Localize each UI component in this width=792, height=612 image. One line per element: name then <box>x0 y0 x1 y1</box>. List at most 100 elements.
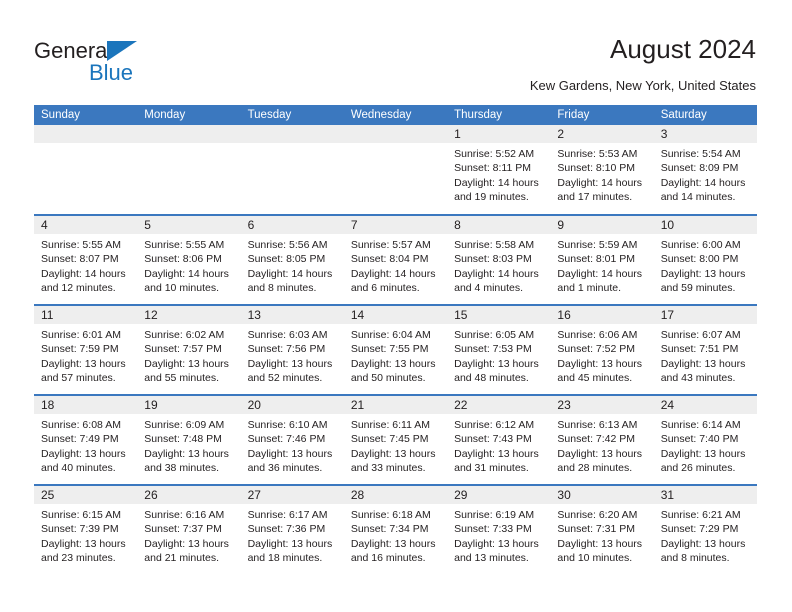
sunrise-text: Sunrise: 6:18 AM <box>350 509 431 521</box>
calendar-week-row: 4 Sunrise: 5:55 AM Sunset: 8:07 PM Daylight… <box>34 214 757 305</box>
calendar-day-cell[interactable]: 22 Sunrise: 6:12 AM Sunset: 7:43 PM Dayligh… <box>447 394 551 485</box>
day-number: 9 <box>550 216 654 234</box>
calendar-day-cell[interactable]: 12 Sunrise: 6:02 AM Sunset: 7:57 PM Dayligh… <box>137 304 241 395</box>
calendar-day-cell[interactable]: 10 Sunrise: 6:00 AM Sunset: 8:00 PM Dayligh… <box>653 214 757 305</box>
day-details: Sunrise: 6:20 AM Sunset: 7:31 PM Daylight:… <box>550 504 653 565</box>
sunset-text: Sunset: 8:11 PM <box>454 162 531 175</box>
daylight-text-line2: and 8 minutes. <box>247 281 317 294</box>
calendar-day-cell[interactable]: 24 Sunrise: 6:14 AM Sunset: 7:40 PM Dayligh… <box>653 394 757 485</box>
calendar-day-cell[interactable]: 31 Sunrise: 6:21 AM Sunset: 7:29 PM Dayligh… <box>653 484 757 575</box>
calendar-day-cell[interactable]: 11 Sunrise: 6:01 AM Sunset: 7:59 PM Dayligh… <box>34 304 138 395</box>
day-number: 8 <box>447 216 551 234</box>
calendar-day-cell[interactable]: 3 Sunrise: 5:54 AM Sunset: 8:09 PM Daylight… <box>653 125 757 215</box>
calendar-day-cell[interactable]: 23 Sunrise: 6:13 AM Sunset: 7:42 PM Dayligh… <box>550 394 654 485</box>
calendar-day-cell[interactable]: 1 Sunrise: 5:52 AM Sunset: 8:11 PM Daylight… <box>447 125 551 215</box>
calendar-day-cell[interactable]: 16 Sunrise: 6:06 AM Sunset: 7:52 PM Dayligh… <box>550 304 654 395</box>
brand-logo[interactable]: General Blue <box>34 38 214 90</box>
calendar-day-cell[interactable]: 18 Sunrise: 6:08 AM Sunset: 7:49 PM Dayligh… <box>34 394 138 485</box>
sunset-text: Sunset: 7:31 PM <box>557 523 636 536</box>
calendar-day-cell[interactable]: 14 Sunrise: 6:04 AM Sunset: 7:55 PM Dayligh… <box>343 304 448 395</box>
calendar-day-cell[interactable]: 4 Sunrise: 5:55 AM Sunset: 8:07 PM Daylight… <box>34 214 138 305</box>
day-number: 19 <box>137 396 241 414</box>
sunset-text: Sunset: 8:06 PM <box>144 253 222 266</box>
sunset-text: Sunset: 7:57 PM <box>144 343 222 356</box>
day-number: 21 <box>343 396 448 414</box>
day-number: 2 <box>550 125 654 143</box>
calendar-day-cell[interactable]: 25 Sunrise: 6:15 AM Sunset: 7:39 PM Dayligh… <box>34 484 138 575</box>
calendar-day-cell[interactable]: 9 Sunrise: 5:59 AM Sunset: 8:01 PM Daylight… <box>550 214 654 305</box>
daylight-text-line2: and 26 minutes. <box>660 461 736 474</box>
daylight-text-line1: Daylight: 13 hours <box>660 267 746 280</box>
daylight-text-line2: and 13 minutes. <box>454 551 529 564</box>
calendar-cell-empty <box>343 125 448 215</box>
day-details: Sunrise: 6:04 AM Sunset: 7:55 PM Daylight:… <box>344 324 447 385</box>
day-details: Sunrise: 5:55 AM Sunset: 8:06 PM Daylight:… <box>137 234 240 295</box>
day-number: 26 <box>137 486 241 504</box>
day-details: Sunrise: 5:54 AM Sunset: 8:09 PM Daylight:… <box>654 143 757 204</box>
day-number: 29 <box>447 486 551 504</box>
sunset-text: Sunset: 8:03 PM <box>454 253 532 266</box>
sunset-text: Sunset: 7:33 PM <box>454 523 532 536</box>
calendar-day-cell[interactable]: 26 Sunrise: 6:16 AM Sunset: 7:37 PM Dayligh… <box>137 484 241 575</box>
calendar-day-cell[interactable]: 29 Sunrise: 6:19 AM Sunset: 7:33 PM Dayligh… <box>447 484 551 575</box>
calendar-day-cell[interactable]: 2 Sunrise: 5:53 AM Sunset: 8:10 PM Daylight… <box>550 125 654 215</box>
day-details: Sunrise: 6:10 AM Sunset: 7:46 PM Daylight:… <box>241 414 344 475</box>
daylight-text-line1: Daylight: 13 hours <box>660 447 746 460</box>
calendar-cell-empty <box>240 125 344 215</box>
day-details: Sunrise: 6:13 AM Sunset: 7:42 PM Daylight:… <box>550 414 653 475</box>
daylight-text-line2: and 18 minutes. <box>247 551 323 564</box>
day-details: Sunrise: 6:02 AM Sunset: 7:57 PM Daylight:… <box>137 324 240 385</box>
daylight-text-line2: and 6 minutes. <box>350 281 420 294</box>
sunrise-text: Sunrise: 5:59 AM <box>557 239 638 251</box>
day-number: 23 <box>550 396 654 414</box>
day-number <box>137 125 241 143</box>
calendar-day-cell[interactable]: 27 Sunrise: 6:17 AM Sunset: 7:36 PM Dayligh… <box>240 484 344 575</box>
calendar-day-cell[interactable]: 17 Sunrise: 6:07 AM Sunset: 7:51 PM Dayligh… <box>653 304 757 395</box>
calendar-day-cell[interactable]: 13 Sunrise: 6:03 AM Sunset: 7:56 PM Dayligh… <box>240 304 344 395</box>
calendar-day-cell[interactable]: 15 Sunrise: 6:05 AM Sunset: 7:53 PM Dayligh… <box>447 304 551 395</box>
daylight-text-line1: Daylight: 13 hours <box>247 447 333 460</box>
calendar-day-cell[interactable]: 19 Sunrise: 6:09 AM Sunset: 7:48 PM Dayligh… <box>137 394 241 485</box>
day-number: 15 <box>447 306 551 324</box>
calendar-day-cell[interactable]: 7 Sunrise: 5:57 AM Sunset: 8:04 PM Daylight… <box>343 214 448 305</box>
sunset-text: Sunset: 7:48 PM <box>144 433 222 446</box>
daylight-text-line2: and 36 minutes. <box>247 461 323 474</box>
daylight-text-line2: and 40 minutes. <box>41 461 116 474</box>
daylight-text-line2: and 10 minutes. <box>557 551 633 564</box>
daylight-text-line2: and 45 minutes. <box>557 371 633 384</box>
sunrise-text: Sunrise: 6:14 AM <box>660 419 741 431</box>
calendar-grid: Sunday Monday Tuesday Wednesday Thursday Frid… <box>34 105 757 575</box>
calendar-day-cell[interactable]: 8 Sunrise: 5:58 AM Sunset: 8:03 PM Daylight… <box>447 214 551 305</box>
sunset-text: Sunset: 7:46 PM <box>247 433 326 446</box>
day-number: 5 <box>137 216 241 234</box>
calendar-day-cell[interactable]: 20 Sunrise: 6:10 AM Sunset: 7:46 PM Dayligh… <box>240 394 344 485</box>
calendar-week-row: 25 Sunrise: 6:15 AM Sunset: 7:39 PM Dayligh… <box>34 484 757 575</box>
sunrise-text: Sunrise: 5:58 AM <box>454 239 535 251</box>
daylight-text-line2: and 23 minutes. <box>41 551 116 564</box>
calendar-page: General Blue August 2024 Kew Gardens, Ne… <box>0 0 792 612</box>
calendar-day-cell[interactable]: 5 Sunrise: 5:55 AM Sunset: 8:06 PM Daylight… <box>137 214 241 305</box>
daylight-text-line1: Daylight: 14 hours <box>454 176 539 189</box>
calendar-body: 1 Sunrise: 5:52 AM Sunset: 8:11 PM Daylight… <box>34 125 757 575</box>
calendar-day-cell[interactable]: 21 Sunrise: 6:11 AM Sunset: 7:45 PM Dayligh… <box>343 394 448 485</box>
sunrise-text: Sunrise: 6:20 AM <box>557 509 638 521</box>
daylight-text-line1: Daylight: 13 hours <box>41 447 126 460</box>
sunrise-text: Sunrise: 6:03 AM <box>247 329 328 341</box>
day-details: Sunrise: 5:59 AM Sunset: 8:01 PM Daylight:… <box>550 234 653 295</box>
daylight-text-line2: and 14 minutes. <box>660 190 736 203</box>
daylight-text-line1: Daylight: 14 hours <box>144 267 229 280</box>
sunset-text: Sunset: 8:00 PM <box>660 253 739 266</box>
day-details: Sunrise: 6:18 AM Sunset: 7:34 PM Daylight:… <box>344 504 447 565</box>
daylight-text-line2: and 19 minutes. <box>454 190 529 203</box>
sunset-text: Sunset: 7:55 PM <box>350 343 429 356</box>
calendar-day-cell[interactable]: 6 Sunrise: 5:56 AM Sunset: 8:05 PM Daylight… <box>240 214 344 305</box>
day-details: Sunrise: 6:17 AM Sunset: 7:36 PM Daylight:… <box>241 504 344 565</box>
calendar-day-cell[interactable]: 30 Sunrise: 6:20 AM Sunset: 7:31 PM Dayligh… <box>550 484 654 575</box>
weekday-header-thursday: Thursday <box>447 105 551 125</box>
sunset-text: Sunset: 7:42 PM <box>557 433 636 446</box>
daylight-text-line2: and 33 minutes. <box>350 461 426 474</box>
day-number: 6 <box>240 216 344 234</box>
sunset-text: Sunset: 8:04 PM <box>350 253 429 266</box>
sunset-text: Sunset: 7:51 PM <box>660 343 739 356</box>
calendar-day-cell[interactable]: 28 Sunrise: 6:18 AM Sunset: 7:34 PM Dayligh… <box>343 484 448 575</box>
